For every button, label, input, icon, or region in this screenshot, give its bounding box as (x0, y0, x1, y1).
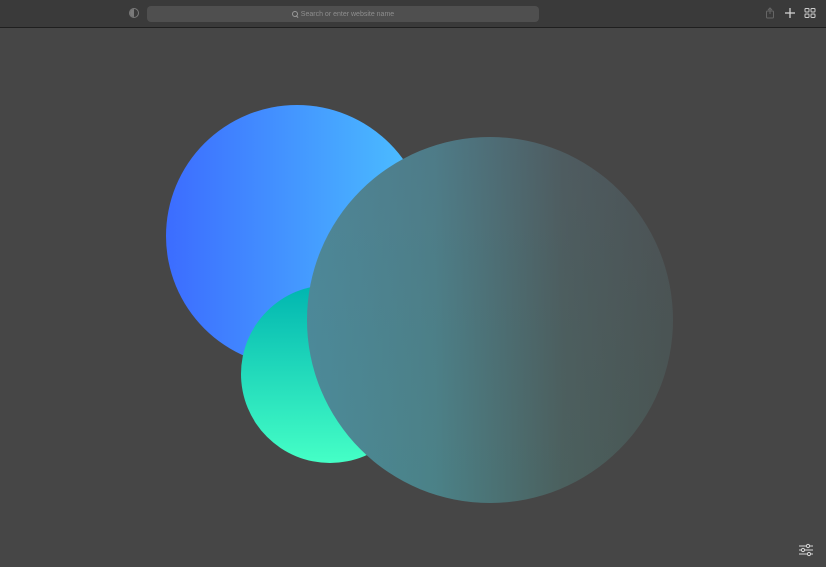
slate-circle-tint (307, 137, 673, 503)
browser-toolbar: Search or enter website name (0, 0, 826, 28)
tab-overview-icon[interactable] (804, 7, 816, 19)
new-tab-icon[interactable] (784, 7, 796, 19)
sidebar-toggle-icon[interactable] (129, 8, 139, 18)
address-bar[interactable]: Search or enter website name (147, 6, 539, 22)
browser-window: Search or enter website name (0, 0, 826, 567)
start-page-artwork (166, 105, 673, 503)
address-bar-placeholder: Search or enter website name (300, 10, 395, 18)
search-icon (291, 11, 299, 18)
sliders-icon[interactable] (798, 543, 814, 557)
share-icon[interactable] (764, 7, 776, 19)
